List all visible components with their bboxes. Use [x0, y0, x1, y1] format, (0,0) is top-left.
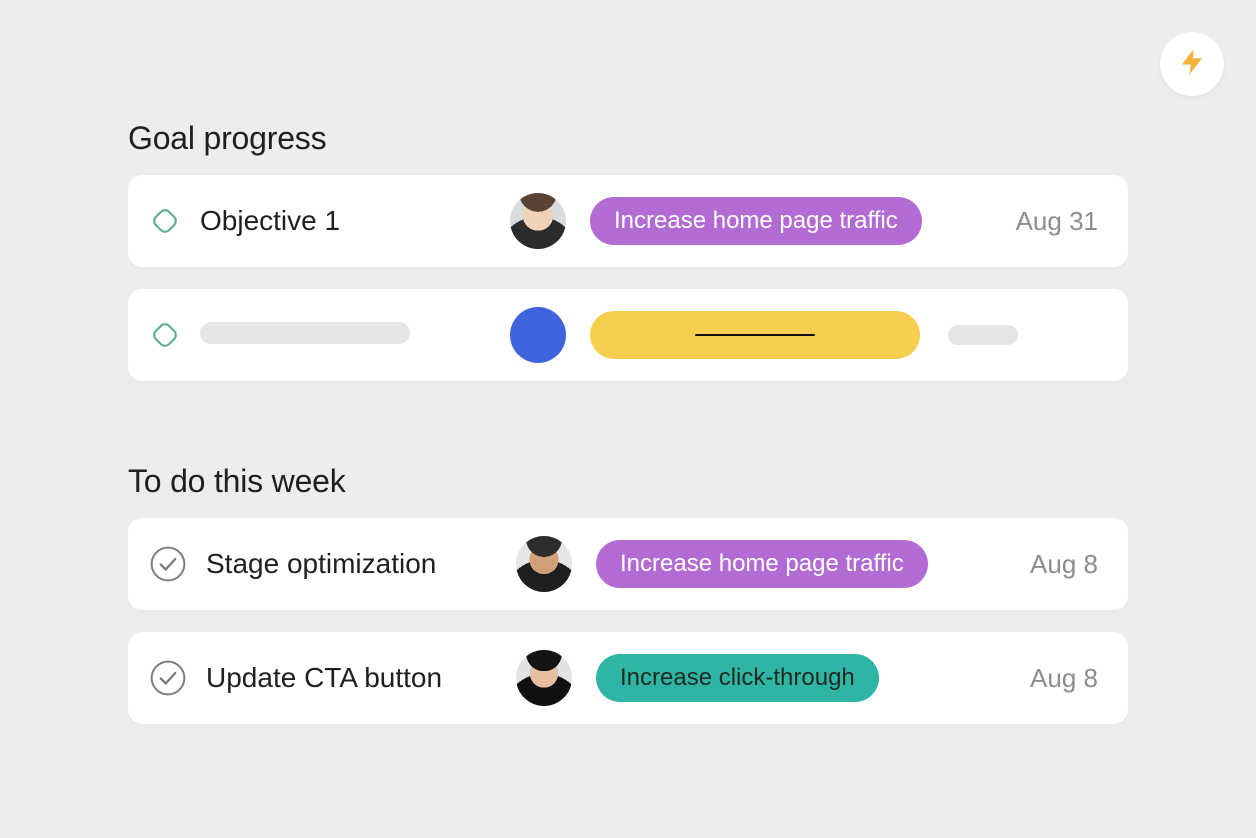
placeholder-title: [200, 322, 410, 344]
check-circle-icon[interactable]: [148, 658, 188, 698]
goal-title: Objective 1: [200, 205, 340, 236]
lightning-icon: [1177, 47, 1207, 82]
goal-row[interactable]: Objective 1 Increase home page traffic A…: [128, 175, 1128, 267]
task-title: Stage optimization: [206, 548, 436, 579]
placeholder-line-icon: [695, 334, 815, 337]
avatar[interactable]: [516, 536, 572, 592]
goal-tag[interactable]: Increase home page traffic: [590, 197, 922, 245]
placeholder-date: [948, 325, 1018, 345]
goal-due-date: Aug 31: [992, 206, 1098, 237]
task-title: Update CTA button: [206, 662, 442, 693]
avatar-image: [516, 650, 572, 706]
check-circle-icon[interactable]: [148, 544, 188, 584]
section-title-todo: To do this week: [128, 463, 1128, 500]
avatar[interactable]: [516, 650, 572, 706]
section-title-goals: Goal progress: [128, 120, 1128, 157]
avatar-placeholder[interactable]: [510, 307, 566, 363]
task-due-date: Aug 8: [1006, 663, 1098, 694]
goal-diamond-icon: [148, 204, 182, 238]
avatar-image: [516, 536, 572, 592]
task-row[interactable]: Stage optimization Increase home page tr…: [128, 518, 1128, 610]
avatar-image: [510, 193, 566, 249]
task-tag[interactable]: Increase click-through: [596, 654, 879, 702]
automation-badge[interactable]: [1160, 32, 1224, 96]
task-due-date: Aug 8: [1006, 549, 1098, 580]
avatar[interactable]: [510, 193, 566, 249]
goal-diamond-icon: [148, 318, 182, 352]
goal-tag-placeholder[interactable]: [590, 311, 920, 359]
page-content: Goal progress Objective 1 Increase home …: [0, 0, 1256, 724]
task-row[interactable]: Update CTA button Increase click-through…: [128, 632, 1128, 724]
goal-row-placeholder[interactable]: [128, 289, 1128, 381]
task-tag[interactable]: Increase home page traffic: [596, 540, 928, 588]
